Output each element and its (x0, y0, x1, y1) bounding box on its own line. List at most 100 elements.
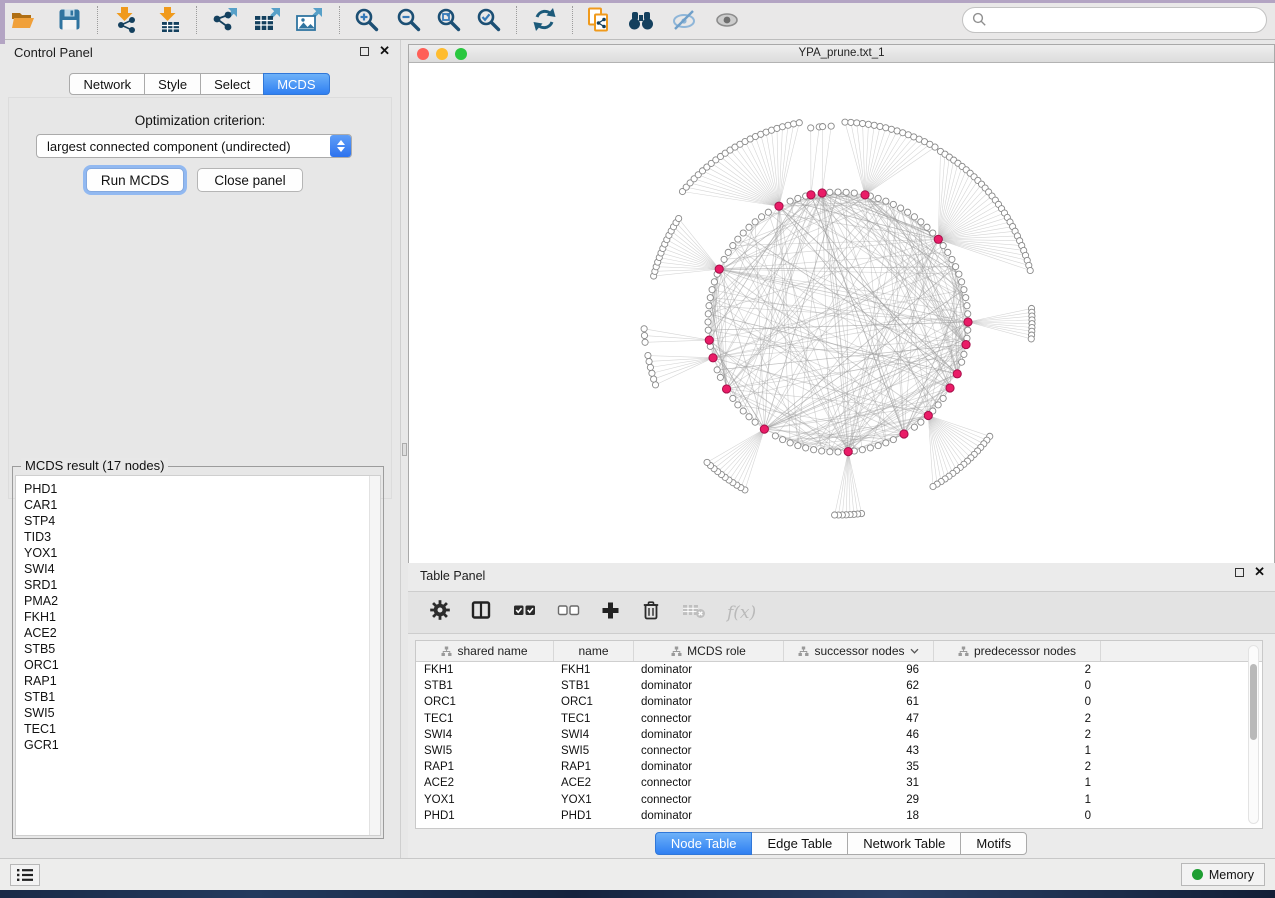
network-node[interactable] (740, 408, 746, 414)
network-node[interactable] (875, 195, 881, 201)
search-box[interactable] (962, 7, 1267, 33)
splitter-handle[interactable] (402, 443, 407, 456)
mcds-hub-node[interactable] (722, 385, 730, 393)
column-header-shared-name[interactable]: shared name (416, 641, 554, 661)
task-history-button[interactable] (10, 864, 40, 886)
mcds-hub-node[interactable] (818, 189, 826, 197)
network-node[interactable] (963, 295, 969, 301)
network-node[interactable] (883, 440, 889, 446)
network-node[interactable] (945, 249, 951, 255)
mcds-result-item[interactable]: RAP1 (16, 673, 380, 689)
close-panel-icon[interactable]: ✕ (379, 46, 390, 56)
network-node[interactable] (758, 214, 764, 220)
network-node[interactable] (905, 209, 911, 215)
network-node[interactable] (709, 287, 715, 293)
close-panel-button[interactable]: Close panel (197, 168, 303, 192)
network-node[interactable] (965, 327, 971, 333)
mcds-result-item[interactable]: STP4 (16, 513, 380, 529)
table-row[interactable]: RAP1RAP1dominator352 (416, 759, 1262, 775)
tab-mcds[interactable]: MCDS (263, 73, 329, 95)
network-node[interactable] (965, 311, 971, 317)
network-node[interactable] (1027, 267, 1033, 273)
network-node[interactable] (772, 433, 778, 439)
show-columns-button[interactable] (471, 600, 492, 625)
network-node[interactable] (854, 120, 860, 126)
import-table-button[interactable] (155, 4, 182, 36)
network-node[interactable] (911, 214, 917, 220)
window-close-light[interactable] (417, 48, 429, 60)
tab-motifs[interactable]: Motifs (960, 832, 1027, 855)
network-node[interactable] (1028, 336, 1034, 342)
network-node[interactable] (875, 443, 881, 449)
mcds-result-item[interactable]: ACE2 (16, 625, 380, 641)
network-node[interactable] (704, 459, 710, 465)
network-node[interactable] (641, 326, 647, 332)
network-node[interactable] (791, 121, 797, 127)
tab-edge-table[interactable]: Edge Table (751, 832, 848, 855)
mcds-hub-node[interactable] (861, 191, 869, 199)
export-image-button[interactable] (295, 4, 325, 36)
table-settings-button[interactable] (430, 600, 450, 625)
mcds-hub-node[interactable] (705, 336, 713, 344)
table-row[interactable]: YOX1YOX1connector291 (416, 792, 1262, 808)
network-node[interactable] (725, 249, 731, 255)
column-header-predecessor-nodes[interactable]: predecessor nodes (934, 641, 1101, 661)
mcds-result-item[interactable]: TID3 (16, 529, 380, 545)
network-node[interactable] (842, 119, 848, 125)
mcds-result-item[interactable]: GCR1 (16, 737, 380, 753)
table-row[interactable]: TEC1TEC1connector472 (416, 711, 1262, 727)
mcds-result-item[interactable]: SRD1 (16, 577, 380, 593)
network-node[interactable] (883, 125, 889, 131)
table-row[interactable]: SWI4SWI4dominator462 (416, 727, 1262, 743)
network-node[interactable] (930, 483, 936, 489)
network-node[interactable] (877, 123, 883, 129)
network-node[interactable] (735, 402, 741, 408)
network-node[interactable] (714, 367, 720, 373)
network-node[interactable] (883, 198, 889, 204)
tab-select[interactable]: Select (200, 73, 264, 95)
mcds-hub-node[interactable] (760, 425, 768, 433)
network-node[interactable] (676, 215, 682, 221)
network-node[interactable] (890, 201, 896, 207)
table-row[interactable]: FKH1FKH1dominator962 (416, 662, 1262, 678)
search-input[interactable] (987, 10, 1266, 30)
network-node[interactable] (707, 295, 713, 301)
mcds-hub-node[interactable] (900, 430, 908, 438)
network-node[interactable] (964, 303, 970, 309)
network-node[interactable] (819, 448, 825, 454)
mcds-result-item[interactable]: SWI4 (16, 561, 380, 577)
mcds-hub-node[interactable] (844, 447, 852, 455)
float-table-panel-icon[interactable] (1235, 568, 1244, 577)
copy-network-button[interactable] (586, 4, 611, 36)
tab-style[interactable]: Style (144, 73, 201, 95)
hide-selected-button[interactable] (670, 4, 698, 36)
network-node[interactable] (918, 219, 924, 225)
network-node[interactable] (940, 242, 946, 248)
import-network-button[interactable] (112, 4, 139, 36)
network-node[interactable] (828, 123, 834, 129)
network-node[interactable] (871, 122, 877, 128)
network-node[interactable] (642, 339, 648, 345)
window-minimize-light[interactable] (436, 48, 448, 60)
network-node[interactable] (651, 376, 657, 382)
vertical-splitter[interactable] (400, 40, 408, 858)
network-node[interactable] (935, 402, 941, 408)
deselect-all-rows-button[interactable] (557, 602, 580, 623)
network-node[interactable] (721, 256, 727, 262)
network-node[interactable] (911, 424, 917, 430)
mcds-hub-node[interactable] (775, 202, 783, 210)
run-mcds-button[interactable]: Run MCDS (86, 168, 184, 192)
mcds-result-scrollbar[interactable] (369, 476, 380, 835)
network-node[interactable] (705, 327, 711, 333)
network-node[interactable] (932, 144, 938, 150)
network-node[interactable] (735, 236, 741, 242)
network-node[interactable] (646, 358, 652, 364)
table-row[interactable]: ACE2ACE2connector311 (416, 775, 1262, 791)
mcds-result-list[interactable]: PHD1CAR1STP4TID3YOX1SWI4SRD1PMA2FKH1ACE2… (15, 475, 381, 836)
network-node[interactable] (752, 419, 758, 425)
table-row[interactable]: PHD1PHD1dominator180 (416, 808, 1262, 824)
zoom-fit-button[interactable] (436, 4, 462, 36)
network-node[interactable] (803, 445, 809, 451)
network-node[interactable] (641, 332, 647, 338)
network-node[interactable] (953, 264, 959, 270)
